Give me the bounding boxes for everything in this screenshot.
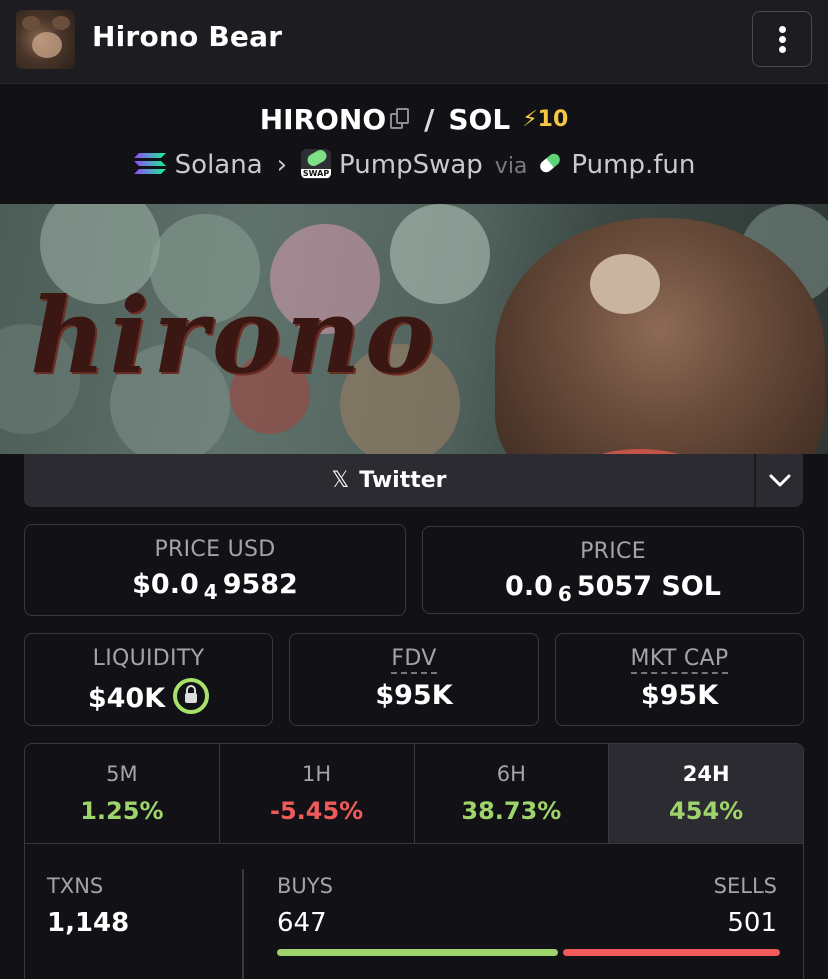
change-5m: 1.25% [80, 797, 164, 825]
txns-label: TXNS [47, 874, 104, 898]
lightning-icon: ⚡ [522, 107, 538, 132]
tab-24h[interactable]: 24H 454% [609, 744, 803, 843]
tab-1h[interactable]: 1H -5.45% [220, 744, 415, 843]
pumpswap-icon [301, 149, 332, 179]
tab-5m[interactable]: 5M 1.25% [25, 744, 220, 843]
liquidity-value: $40K [25, 678, 272, 714]
transactions-panel: TXNS 1,148 BUYS 647 SELLS 501 [24, 844, 804, 979]
x-logo-icon: 𝕏 [331, 468, 350, 493]
quote-symbol: SOL [448, 103, 511, 136]
more-menu-button[interactable] [752, 11, 812, 67]
fdv-card: FDV $95K [289, 633, 539, 726]
banner-text: hirono [30, 274, 439, 397]
change-1h: -5.45% [270, 797, 364, 825]
price-native-value: 0.0 6 5057 SOL [505, 571, 721, 606]
sells-label: SELLS [713, 874, 777, 898]
buys-ratio-bar [277, 949, 558, 956]
chain-breadcrumb: Solana › PumpSwap via Pump.fun [0, 149, 828, 180]
pill-icon [538, 151, 563, 175]
buys-label: BUYS [277, 874, 333, 898]
sells-count: 501 [727, 908, 777, 938]
lock-icon[interactable] [173, 678, 210, 714]
mkt-cap-card: MKT CAP $95K [555, 633, 804, 726]
chain-link[interactable]: Solana [175, 150, 263, 180]
liquidity-card: LIQUIDITY $40K [24, 633, 273, 726]
twitter-label: Twitter [359, 468, 447, 493]
copy-icon[interactable] [390, 108, 410, 130]
via-label: via [494, 154, 528, 179]
base-symbol: HIRONO [259, 103, 387, 136]
mkt-cap-value: $95K [640, 680, 719, 711]
dex-link[interactable]: PumpSwap [339, 150, 483, 180]
divider [242, 869, 244, 979]
liquidity-label: LIQUIDITY [92, 646, 205, 671]
top-bar: Hirono Bear [0, 0, 828, 84]
price-usd-label: PRICE USD [154, 537, 276, 562]
price-native-label: PRICE [580, 539, 646, 564]
twitter-button[interactable]: 𝕏 Twitter [24, 454, 754, 507]
sells-ratio-bar [563, 949, 780, 956]
expand-links-button[interactable] [756, 454, 803, 507]
fdv-value: $95K [375, 680, 453, 711]
buys-count: 647 [277, 908, 327, 938]
price-usd-card: PRICE USD $0.0 4 9582 [24, 524, 406, 616]
change-24h: 454% [669, 797, 744, 825]
token-banner-image: hirono [0, 204, 828, 454]
pair-header: HIRONO / SOL ⚡10 Solana › PumpSwap via Pump.fun [0, 85, 828, 204]
social-links: 𝕏 Twitter [24, 454, 803, 507]
price-usd-value: $0.0 4 9582 [132, 569, 298, 604]
token-avatar [16, 10, 75, 69]
boost-count: 10 [537, 107, 569, 132]
fdv-label[interactable]: FDV [391, 646, 437, 674]
change-6h: 38.73% [461, 797, 562, 825]
price-native-card: PRICE 0.0 6 5057 SOL [422, 526, 804, 614]
pair-separator: / [424, 103, 435, 136]
timeframe-tabs: 5M 1.25% 1H -5.45% 6H 38.73% 24H 454% [24, 743, 804, 844]
solana-icon [133, 153, 166, 174]
boost-badge[interactable]: ⚡10 [522, 107, 568, 132]
launchpad-link[interactable]: Pump.fun [571, 150, 695, 180]
token-name: Hirono Bear [92, 20, 283, 53]
chevron-right-icon: › [276, 150, 288, 180]
pair-title: HIRONO / SOL ⚡10 [0, 103, 828, 136]
txns-total: 1,148 [47, 908, 130, 938]
mkt-cap-label[interactable]: MKT CAP [630, 646, 729, 674]
more-vertical-icon [779, 26, 786, 33]
chevron-down-icon [769, 474, 790, 486]
tab-6h[interactable]: 6H 38.73% [415, 744, 610, 843]
